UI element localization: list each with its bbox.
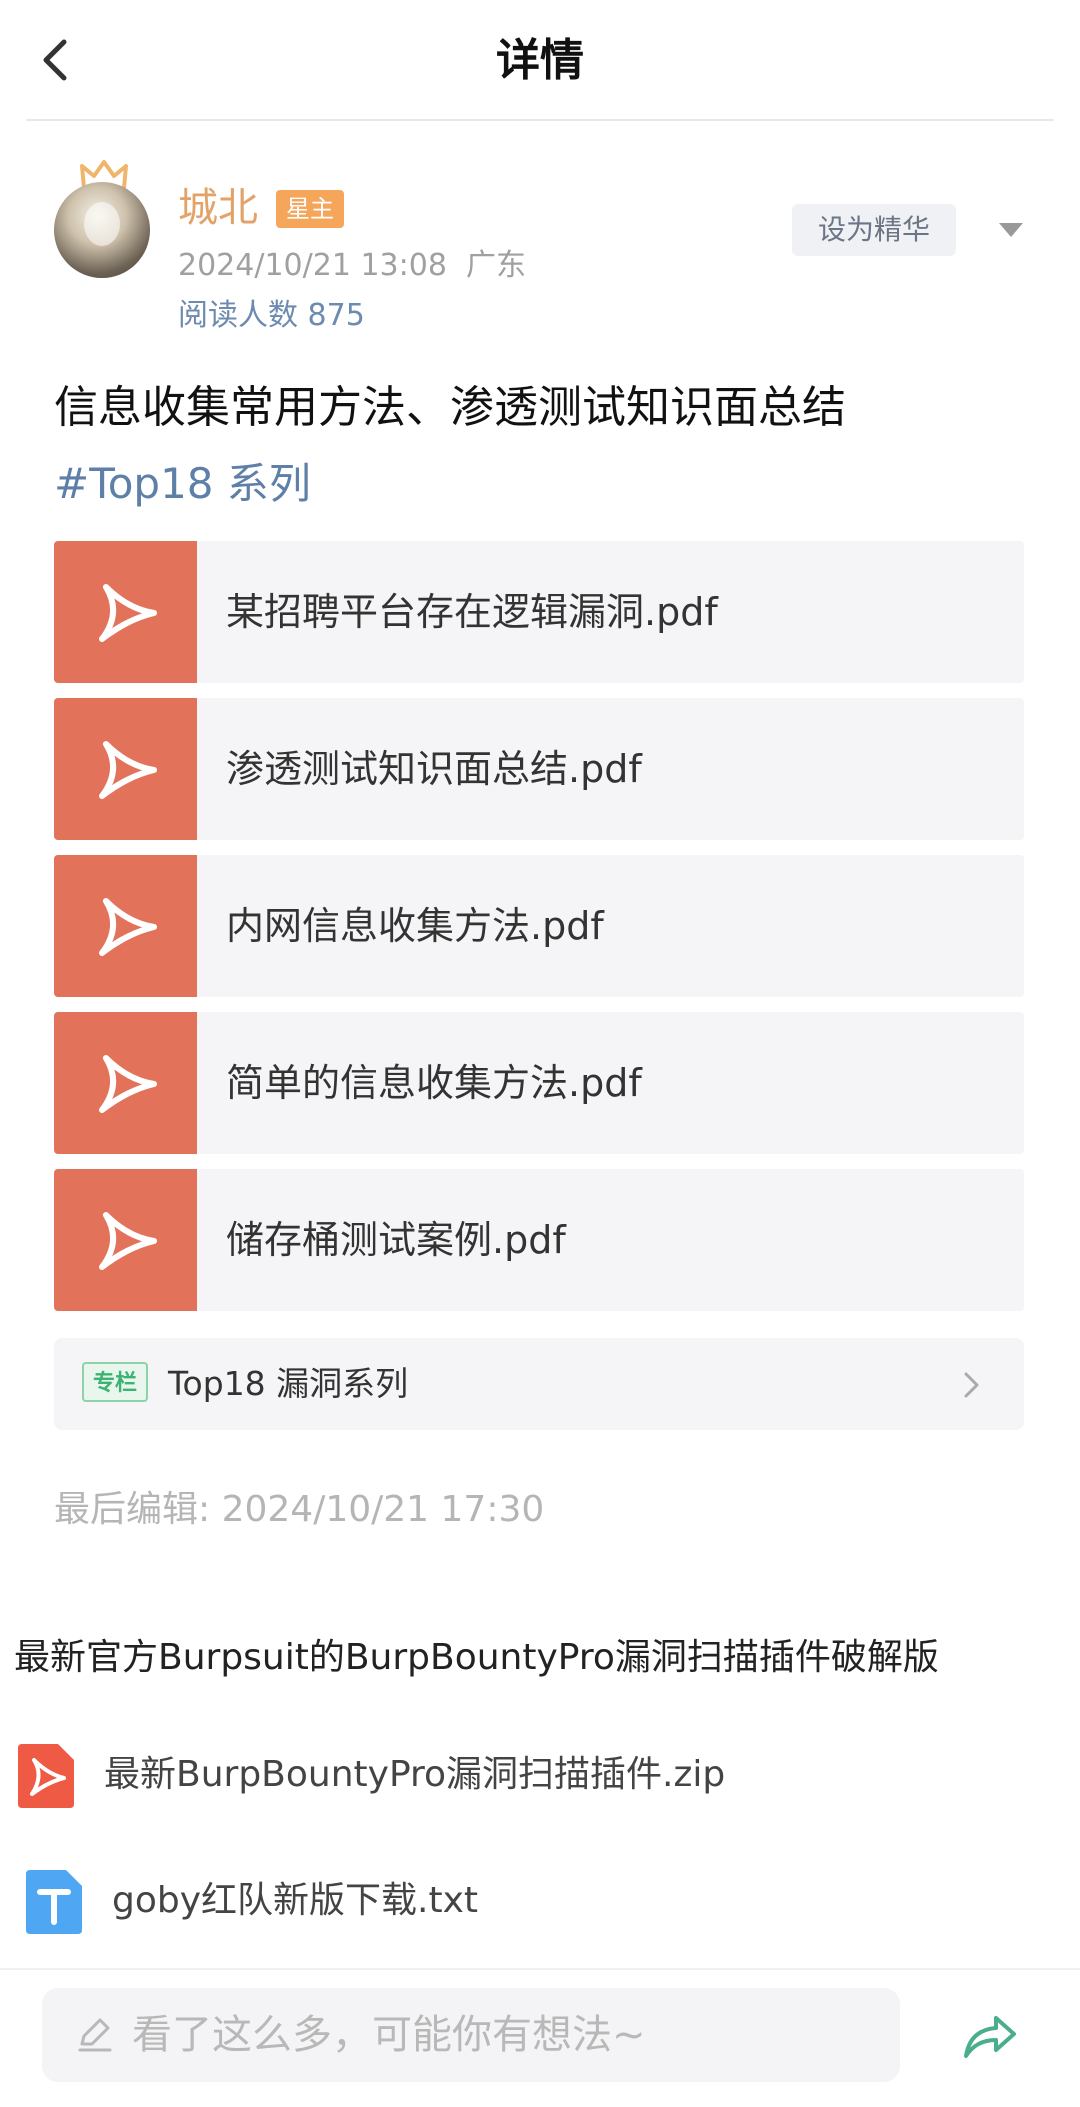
avatar	[54, 182, 150, 278]
file-item[interactable]: 某招聘平台存在逻辑漏洞.pdf	[54, 541, 1024, 683]
file-name: 储存桶测试案例.pdf	[226, 1218, 566, 1262]
comment-placeholder: 看了这么多，可能你有想法~	[132, 2012, 646, 2058]
author-name[interactable]: 城北	[178, 180, 258, 236]
attachment-name: goby红队新版下载.txt	[112, 1880, 479, 1921]
comment-input[interactable]: 看了这么多，可能你有想法~	[42, 1988, 900, 2082]
file-name: 某招聘平台存在逻辑漏洞.pdf	[226, 590, 718, 634]
pdf-red-icon	[18, 1744, 74, 1808]
bottom-bar: 看了这么多，可能你有想法~	[0, 1968, 1080, 2107]
set-essence-button[interactable]: 设为精华	[792, 204, 956, 256]
pen-icon	[78, 2018, 112, 2052]
file-name: 简单的信息收集方法.pdf	[226, 1061, 642, 1105]
share-icon[interactable]	[962, 2012, 1018, 2062]
file-item[interactable]: 渗透测试知识面总结.pdf	[54, 698, 1024, 840]
pdf-icon	[54, 1169, 197, 1311]
top-bar: 详情	[0, 0, 1080, 121]
column-tag: 专栏	[82, 1362, 148, 1402]
read-count-value: 875	[307, 298, 365, 333]
caret-down-icon	[999, 223, 1023, 237]
post-datetime: 2024/10/21 13:08	[178, 248, 447, 283]
column-card[interactable]: 专栏 Top18 漏洞系列	[54, 1338, 1024, 1430]
column-title: Top18 漏洞系列	[168, 1364, 409, 1403]
chevron-right-icon	[964, 1372, 979, 1398]
author-avatar[interactable]	[52, 160, 152, 280]
file-name: 渗透测试知识面总结.pdf	[226, 747, 642, 791]
file-item[interactable]: 储存桶测试案例.pdf	[54, 1169, 1024, 1311]
pdf-icon	[54, 855, 197, 997]
file-item[interactable]: 内网信息收集方法.pdf	[54, 855, 1024, 997]
pdf-icon	[54, 541, 197, 683]
attachment-name: 最新BurpBountyPro漏洞扫描插件.zip	[104, 1754, 726, 1795]
pdf-icon	[54, 1012, 197, 1154]
file-list: 某招聘平台存在逻辑漏洞.pdf 渗透测试知识面总结.pdf 内网信息收集方法.p…	[54, 541, 1024, 1326]
post-meta: 2024/10/21 13:08 广东	[178, 246, 526, 286]
more-options-button[interactable]	[996, 218, 1026, 242]
owner-badge: 星主	[276, 190, 344, 228]
post-location: 广东	[465, 248, 526, 283]
read-count-label: 阅读人数	[178, 298, 298, 333]
page-title: 详情	[496, 35, 584, 86]
file-item[interactable]: 简单的信息收集方法.pdf	[54, 1012, 1024, 1154]
pdf-icon	[54, 698, 197, 840]
section-title: 最新官方Burpsuit的BurpBountyPro漏洞扫描插件破解版	[14, 1637, 939, 1678]
hashtag-link[interactable]: #Top18 系列	[54, 452, 311, 516]
post-title: 信息收集常用方法、渗透测试知识面总结	[54, 382, 846, 433]
header-divider	[26, 119, 1054, 121]
txt-blue-icon	[26, 1870, 82, 1934]
last-edit-time: 最后编辑: 2024/10/21 17:30	[54, 1489, 545, 1530]
read-count: 阅读人数 875	[178, 296, 365, 336]
file-name: 内网信息收集方法.pdf	[226, 904, 604, 948]
